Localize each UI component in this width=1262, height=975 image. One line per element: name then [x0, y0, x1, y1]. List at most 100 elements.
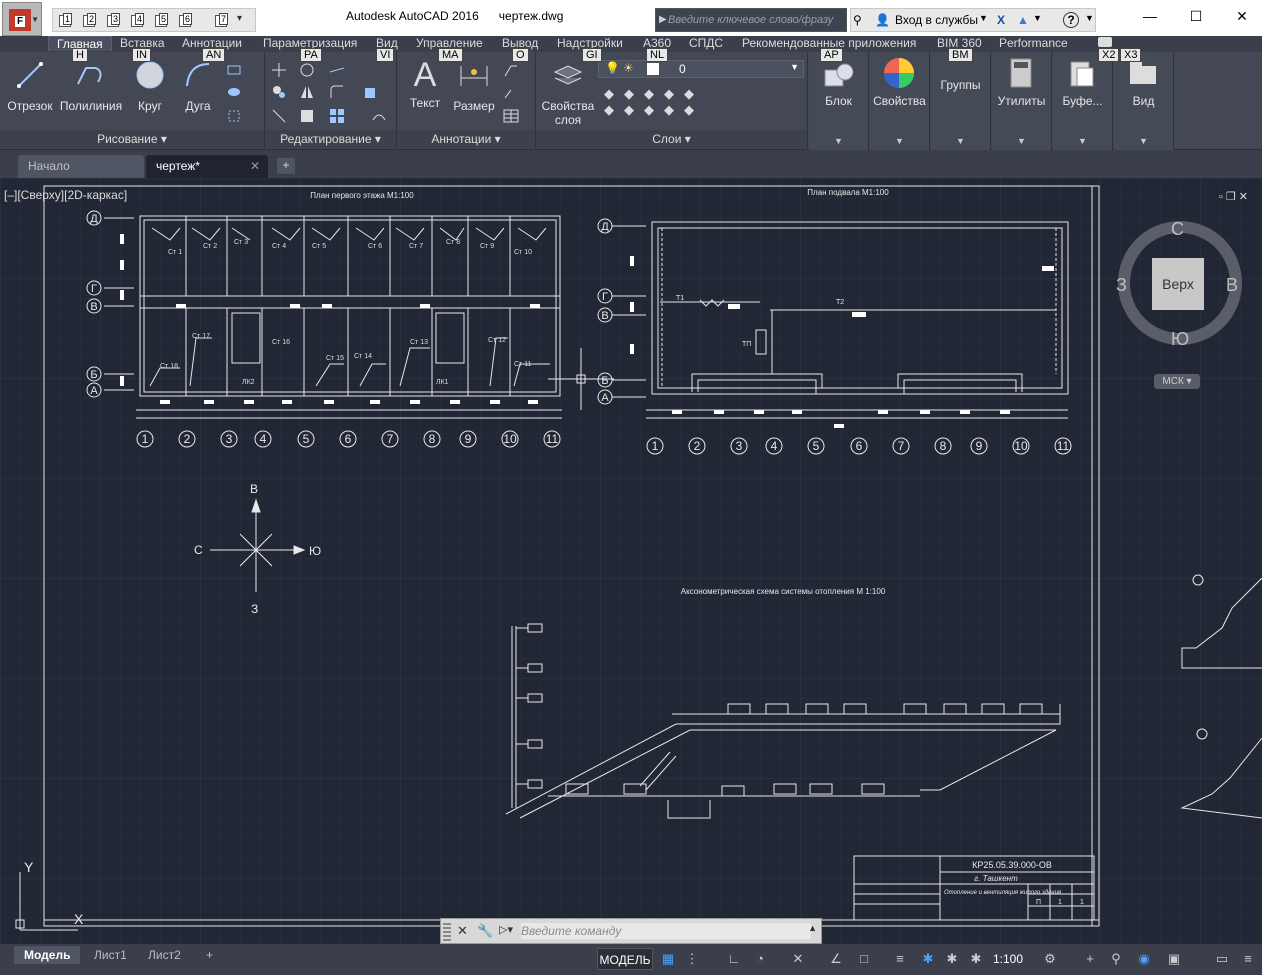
qat-save-button[interactable]: 3	[105, 13, 123, 29]
annotation-autoscale-icon[interactable]: ✱	[968, 951, 984, 967]
help-button[interactable]: ?	[1063, 12, 1079, 28]
search-input[interactable]	[668, 11, 844, 29]
viewcube-west[interactable]: З	[1116, 275, 1127, 296]
properties-panel-button[interactable]: Свойства ▼	[870, 52, 930, 150]
minimize-icon[interactable]: —	[1140, 8, 1160, 24]
chevron-down-icon[interactable]: ▼	[1085, 13, 1094, 23]
a360-icon[interactable]: ▲	[1017, 13, 1029, 27]
annotation-visibility-icon[interactable]: ✱	[944, 951, 960, 967]
command-input[interactable]	[521, 923, 811, 939]
command-prompt-icon[interactable]: ▷▾	[499, 923, 513, 936]
qat-plot-button[interactable]: 5	[153, 13, 171, 29]
binoculars-icon[interactable]: ⚲	[853, 13, 862, 27]
qat-open-button[interactable]: 2	[81, 13, 99, 29]
object-snap-icon[interactable]: □	[856, 951, 872, 967]
rectangle-icon[interactable]	[226, 62, 242, 78]
viewport-window-controls[interactable]: ▫ ❐ ✕	[1219, 190, 1248, 203]
offset-icon[interactable]	[371, 108, 387, 124]
array-icon[interactable]	[329, 108, 345, 124]
tab-spds[interactable]: СПДС	[681, 36, 731, 50]
tab-drawing[interactable]: чертеж* ✕	[146, 155, 268, 178]
circle-button[interactable]: Круг	[128, 58, 172, 113]
block-panel-button[interactable]: Блок ▼	[809, 52, 869, 150]
osnap-tracking-icon[interactable]: ✕	[790, 951, 806, 967]
mirror-icon[interactable]	[299, 84, 315, 100]
selection-cycling-icon[interactable]: ✱	[920, 951, 936, 967]
qat-customize-icon[interactable]: ▾	[237, 13, 242, 24]
qat-redo-button[interactable]: 7	[213, 13, 231, 29]
close-icon[interactable]: ✕	[250, 155, 260, 177]
exchange-icon[interactable]: X	[997, 13, 1005, 27]
stretch-icon[interactable]	[271, 108, 287, 124]
viewcube-top-face[interactable]: Верх	[1152, 258, 1204, 310]
text-button[interactable]: A Текст	[405, 58, 445, 110]
chevron-down-icon[interactable]: ▼	[979, 13, 988, 23]
panel-modify-title[interactable]: Редактирование ▾	[265, 130, 396, 148]
viewcube-south[interactable]: Ю	[1171, 329, 1189, 350]
chevron-up-icon[interactable]: ▲	[808, 923, 817, 933]
layer-dropdown[interactable]: 💡 ☀ 0 ▼	[598, 60, 804, 78]
chevron-down-icon[interactable]: ▼	[1033, 13, 1042, 23]
panel-draw-title[interactable]: Рисование ▾	[0, 130, 264, 148]
groups-panel-button[interactable]: Группы ▼	[931, 52, 991, 150]
utilities-panel-button[interactable]: Утилиты ▼	[992, 52, 1052, 150]
leader-icon[interactable]	[503, 62, 519, 78]
customize-icon[interactable]: ≡	[1240, 951, 1256, 967]
lineweight-icon[interactable]: ∠	[828, 951, 844, 967]
application-menu-button[interactable]: F ▼	[2, 2, 42, 36]
copy-icon[interactable]	[271, 84, 287, 100]
close-icon[interactable]: ✕	[1232, 8, 1252, 24]
polar-icon[interactable]: ◔	[752, 951, 768, 967]
panel-annotation-title[interactable]: Аннотации ▾	[397, 130, 535, 148]
add-layout-button[interactable]: +	[196, 946, 223, 964]
dimension-button[interactable]: Размер	[451, 58, 497, 113]
ortho-icon[interactable]: ∟	[726, 951, 742, 967]
layer-properties-button[interactable]: Свойства слоя	[540, 58, 596, 127]
isolate-icon[interactable]: ⚲	[1108, 951, 1124, 967]
viewcube[interactable]: Верх С Ю З В	[1116, 219, 1242, 349]
line-button[interactable]: Отрезок	[6, 58, 54, 113]
viewport-controls-label[interactable]: [–][Сверху][2D-каркас]	[4, 188, 127, 202]
grid-icon[interactable]: ▦	[660, 951, 676, 967]
gear-icon[interactable]: ⚙	[1042, 951, 1058, 967]
rotate-icon[interactable]	[299, 62, 315, 78]
polyline-button[interactable]: Полилиния	[58, 58, 124, 113]
panel-layers-title[interactable]: Слои ▾	[536, 130, 807, 148]
model-space-button[interactable]: МОДЕЛЬ	[597, 948, 653, 970]
layout-tab-model[interactable]: Модель	[14, 946, 81, 964]
transparency-icon[interactable]: ≡	[892, 951, 908, 967]
layout-tab-sheet1[interactable]: Лист1	[84, 946, 137, 964]
trim-icon[interactable]	[329, 62, 345, 78]
clean-screen-icon[interactable]: ▣	[1166, 951, 1182, 967]
fillet-icon[interactable]	[329, 84, 345, 100]
expand-arrow-icon[interactable]: ▶	[659, 14, 667, 25]
user-icon[interactable]: 👤	[875, 13, 890, 27]
close-icon[interactable]: ✕	[457, 923, 468, 939]
login-button[interactable]: Вход в службы	[895, 13, 978, 27]
multileader-icon[interactable]	[503, 84, 519, 100]
drag-handle[interactable]	[443, 921, 451, 941]
view-panel-button[interactable]: Вид ▼	[1114, 52, 1174, 150]
move-icon[interactable]	[271, 62, 287, 78]
wrench-icon[interactable]: 🔧	[477, 923, 493, 939]
qat-undo-button[interactable]: 6	[177, 13, 195, 29]
layout-tab-sheet2[interactable]: Лист2	[138, 946, 191, 964]
maximize-icon[interactable]: ☐	[1186, 8, 1206, 24]
table-icon[interactable]	[503, 108, 519, 124]
hatch-icon[interactable]	[226, 84, 242, 100]
ucs-menu-button[interactable]: МСК ▾	[1154, 374, 1200, 389]
qat-saveas-button[interactable]: 4	[129, 13, 147, 29]
viewcube-east[interactable]: В	[1226, 275, 1238, 296]
arc-button[interactable]: Дуга	[176, 58, 220, 113]
clipboard-panel-button[interactable]: Буфе... ▼	[1053, 52, 1113, 150]
hardware-acceleration-icon[interactable]: ◉	[1136, 951, 1152, 967]
tab-performance[interactable]: Performance	[991, 36, 1076, 50]
scale-icon[interactable]	[299, 108, 315, 124]
region-icon[interactable]	[226, 108, 242, 124]
drawing-canvas[interactable]: Ст 1 Ст 2 Ст 3 Ст 4 Ст 5 Ст 6 Ст 7 Ст 8 Ст 9…	[0, 178, 1262, 944]
annotation-scale[interactable]: 1:100	[993, 952, 1023, 966]
explode-icon[interactable]	[363, 84, 379, 100]
tab-start[interactable]: Начало	[18, 155, 144, 178]
plus-icon[interactable]: +	[1082, 951, 1098, 967]
new-tab-button[interactable]: +	[277, 158, 295, 174]
